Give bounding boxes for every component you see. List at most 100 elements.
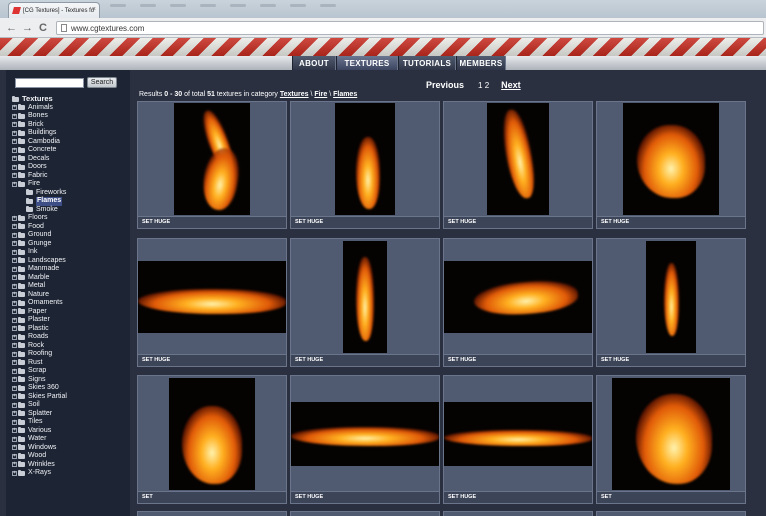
- sidebar-item-scrap[interactable]: + Scrap: [12, 367, 67, 376]
- sidebar-item-roads[interactable]: + Roads: [12, 333, 67, 342]
- expand-plus-icon[interactable]: +: [12, 164, 17, 170]
- sidebar-item-skies-partial[interactable]: + Skies Partial: [12, 393, 67, 402]
- sidebar-item-splatter[interactable]: + Splatter: [12, 410, 67, 419]
- texture-card[interactable]: SET: [137, 375, 287, 504]
- set-label[interactable]: SET HUGE: [291, 354, 439, 366]
- texture-card-partial[interactable]: [290, 511, 440, 516]
- texture-thumbnail[interactable]: [138, 239, 286, 354]
- texture-thumbnail[interactable]: [138, 102, 286, 216]
- nav-tutorials[interactable]: TUTORIALS: [398, 56, 456, 70]
- expand-plus-icon[interactable]: +: [12, 368, 17, 374]
- set-label[interactable]: SET HUGE: [597, 216, 745, 228]
- address-bar[interactable]: www.cgtextures.com: [56, 21, 764, 35]
- expand-plus-icon[interactable]: +: [12, 249, 17, 255]
- expand-plus-icon[interactable]: +: [12, 334, 17, 340]
- sidebar-item-plaster[interactable]: + Plaster: [12, 316, 67, 325]
- breadcrumb-flames[interactable]: Flames: [333, 91, 357, 98]
- sidebar-item-manmade[interactable]: + Manmade: [12, 265, 67, 274]
- texture-thumbnail[interactable]: [444, 239, 592, 354]
- texture-card[interactable]: SET HUGE: [290, 375, 440, 504]
- expand-plus-icon[interactable]: +: [12, 139, 17, 145]
- expand-plus-icon[interactable]: +: [12, 385, 17, 391]
- expand-plus-icon[interactable]: +: [12, 122, 17, 128]
- sidebar-item-signs[interactable]: + Signs: [12, 376, 67, 385]
- tree-root-textures[interactable]: Textures: [12, 94, 67, 104]
- expand-plus-icon[interactable]: +: [12, 105, 17, 111]
- texture-thumbnail[interactable]: [291, 102, 439, 216]
- sidebar-item-buildings[interactable]: + Buildings: [12, 129, 67, 138]
- sidebar-item-food[interactable]: + Food: [12, 223, 67, 232]
- sidebar-item-paper[interactable]: + Paper: [12, 308, 67, 317]
- set-label[interactable]: SET: [138, 491, 286, 503]
- sidebar-item-marble[interactable]: + Marble: [12, 274, 67, 283]
- sidebar-item-wood[interactable]: + Wood: [12, 452, 67, 461]
- sidebar-item-concrete[interactable]: + Concrete: [12, 146, 67, 155]
- texture-card-partial[interactable]: [443, 511, 593, 516]
- next-link[interactable]: Next: [501, 80, 521, 90]
- expand-plus-icon[interactable]: +: [12, 232, 17, 238]
- expand-plus-icon[interactable]: +: [12, 462, 17, 468]
- sidebar-item-various[interactable]: + Various: [12, 427, 67, 436]
- expand-plus-icon[interactable]: +: [12, 147, 17, 153]
- expand-plus-icon[interactable]: +: [12, 156, 17, 162]
- tab-close-icon[interactable]: ×: [92, 6, 96, 13]
- sidebar-item-grunge[interactable]: + Grunge: [12, 240, 67, 249]
- expand-plus-icon[interactable]: +: [12, 453, 17, 459]
- texture-thumbnail[interactable]: [291, 239, 439, 354]
- set-label[interactable]: SET HUGE: [444, 216, 592, 228]
- previous-link[interactable]: Previous: [426, 80, 464, 90]
- expand-plus-icon[interactable]: +: [12, 283, 17, 289]
- nav-about[interactable]: ABOUT: [292, 56, 336, 70]
- expand-plus-icon[interactable]: +: [12, 351, 17, 357]
- set-label[interactable]: SET HUGE: [291, 491, 439, 503]
- search-button[interactable]: Search: [87, 77, 117, 88]
- texture-card[interactable]: SET HUGE: [137, 101, 287, 229]
- back-arrow-icon[interactable]: ←: [6, 21, 17, 35]
- set-label[interactable]: SET HUGE: [291, 216, 439, 228]
- sidebar-item-water[interactable]: + Water: [12, 435, 67, 444]
- sidebar-item-ornaments[interactable]: + Ornaments: [12, 299, 67, 308]
- expand-plus-icon[interactable]: +: [12, 181, 17, 187]
- sidebar-item-plastic[interactable]: + Plastic: [12, 325, 67, 334]
- texture-card-partial[interactable]: [596, 511, 746, 516]
- sidebar-item-roofing[interactable]: + Roofing: [12, 350, 67, 359]
- expand-plus-icon[interactable]: +: [12, 130, 17, 136]
- expand-plus-icon[interactable]: +: [12, 343, 17, 349]
- texture-thumbnail[interactable]: [597, 376, 745, 491]
- expand-plus-icon[interactable]: +: [12, 402, 17, 408]
- set-label[interactable]: SET HUGE: [138, 354, 286, 366]
- texture-card[interactable]: SET HUGE: [596, 101, 746, 229]
- expand-plus-icon[interactable]: +: [12, 300, 17, 306]
- sidebar-item-nature[interactable]: + Nature: [12, 291, 67, 300]
- expand-plus-icon[interactable]: +: [12, 394, 17, 400]
- sidebar-item-bones[interactable]: + Bones: [12, 112, 67, 121]
- texture-card[interactable]: SET HUGE: [290, 101, 440, 229]
- texture-thumbnail[interactable]: [444, 102, 592, 216]
- texture-thumbnail[interactable]: [138, 376, 286, 491]
- sidebar-item-fabric[interactable]: + Fabric: [12, 172, 67, 181]
- expand-plus-icon[interactable]: +: [12, 360, 17, 366]
- sidebar-item-rock[interactable]: + Rock: [12, 342, 67, 351]
- texture-card[interactable]: SET HUGE: [443, 238, 593, 367]
- set-label[interactable]: SET: [597, 491, 745, 503]
- sidebar-item-windows[interactable]: + Windows: [12, 444, 67, 453]
- sidebar-item-ground[interactable]: + Ground: [12, 231, 67, 240]
- expand-plus-icon[interactable]: +: [12, 292, 17, 298]
- texture-card[interactable]: SET HUGE: [596, 238, 746, 367]
- page-numbers[interactable]: 1 2: [478, 81, 489, 90]
- expand-plus-icon[interactable]: +: [12, 309, 17, 315]
- expand-plus-icon[interactable]: +: [12, 317, 17, 323]
- texture-thumbnail[interactable]: [597, 102, 745, 216]
- sidebar-item-flames[interactable]: Flames: [12, 197, 67, 206]
- sidebar-item-ink[interactable]: + Ink: [12, 248, 67, 257]
- texture-thumbnail[interactable]: [444, 376, 592, 491]
- browser-tab[interactable]: [CG Textures] - Textures fo ×: [8, 2, 100, 18]
- texture-card[interactable]: SET HUGE: [443, 101, 593, 229]
- sidebar-item-rust[interactable]: + Rust: [12, 359, 67, 368]
- sidebar-item-decals[interactable]: + Decals: [12, 155, 67, 164]
- sidebar-item-x-rays[interactable]: + X-Rays: [12, 469, 67, 478]
- sidebar-item-animals[interactable]: + Animals: [12, 104, 67, 113]
- set-label[interactable]: SET HUGE: [138, 216, 286, 228]
- texture-card[interactable]: SET HUGE: [443, 375, 593, 504]
- texture-card[interactable]: SET HUGE: [137, 238, 287, 367]
